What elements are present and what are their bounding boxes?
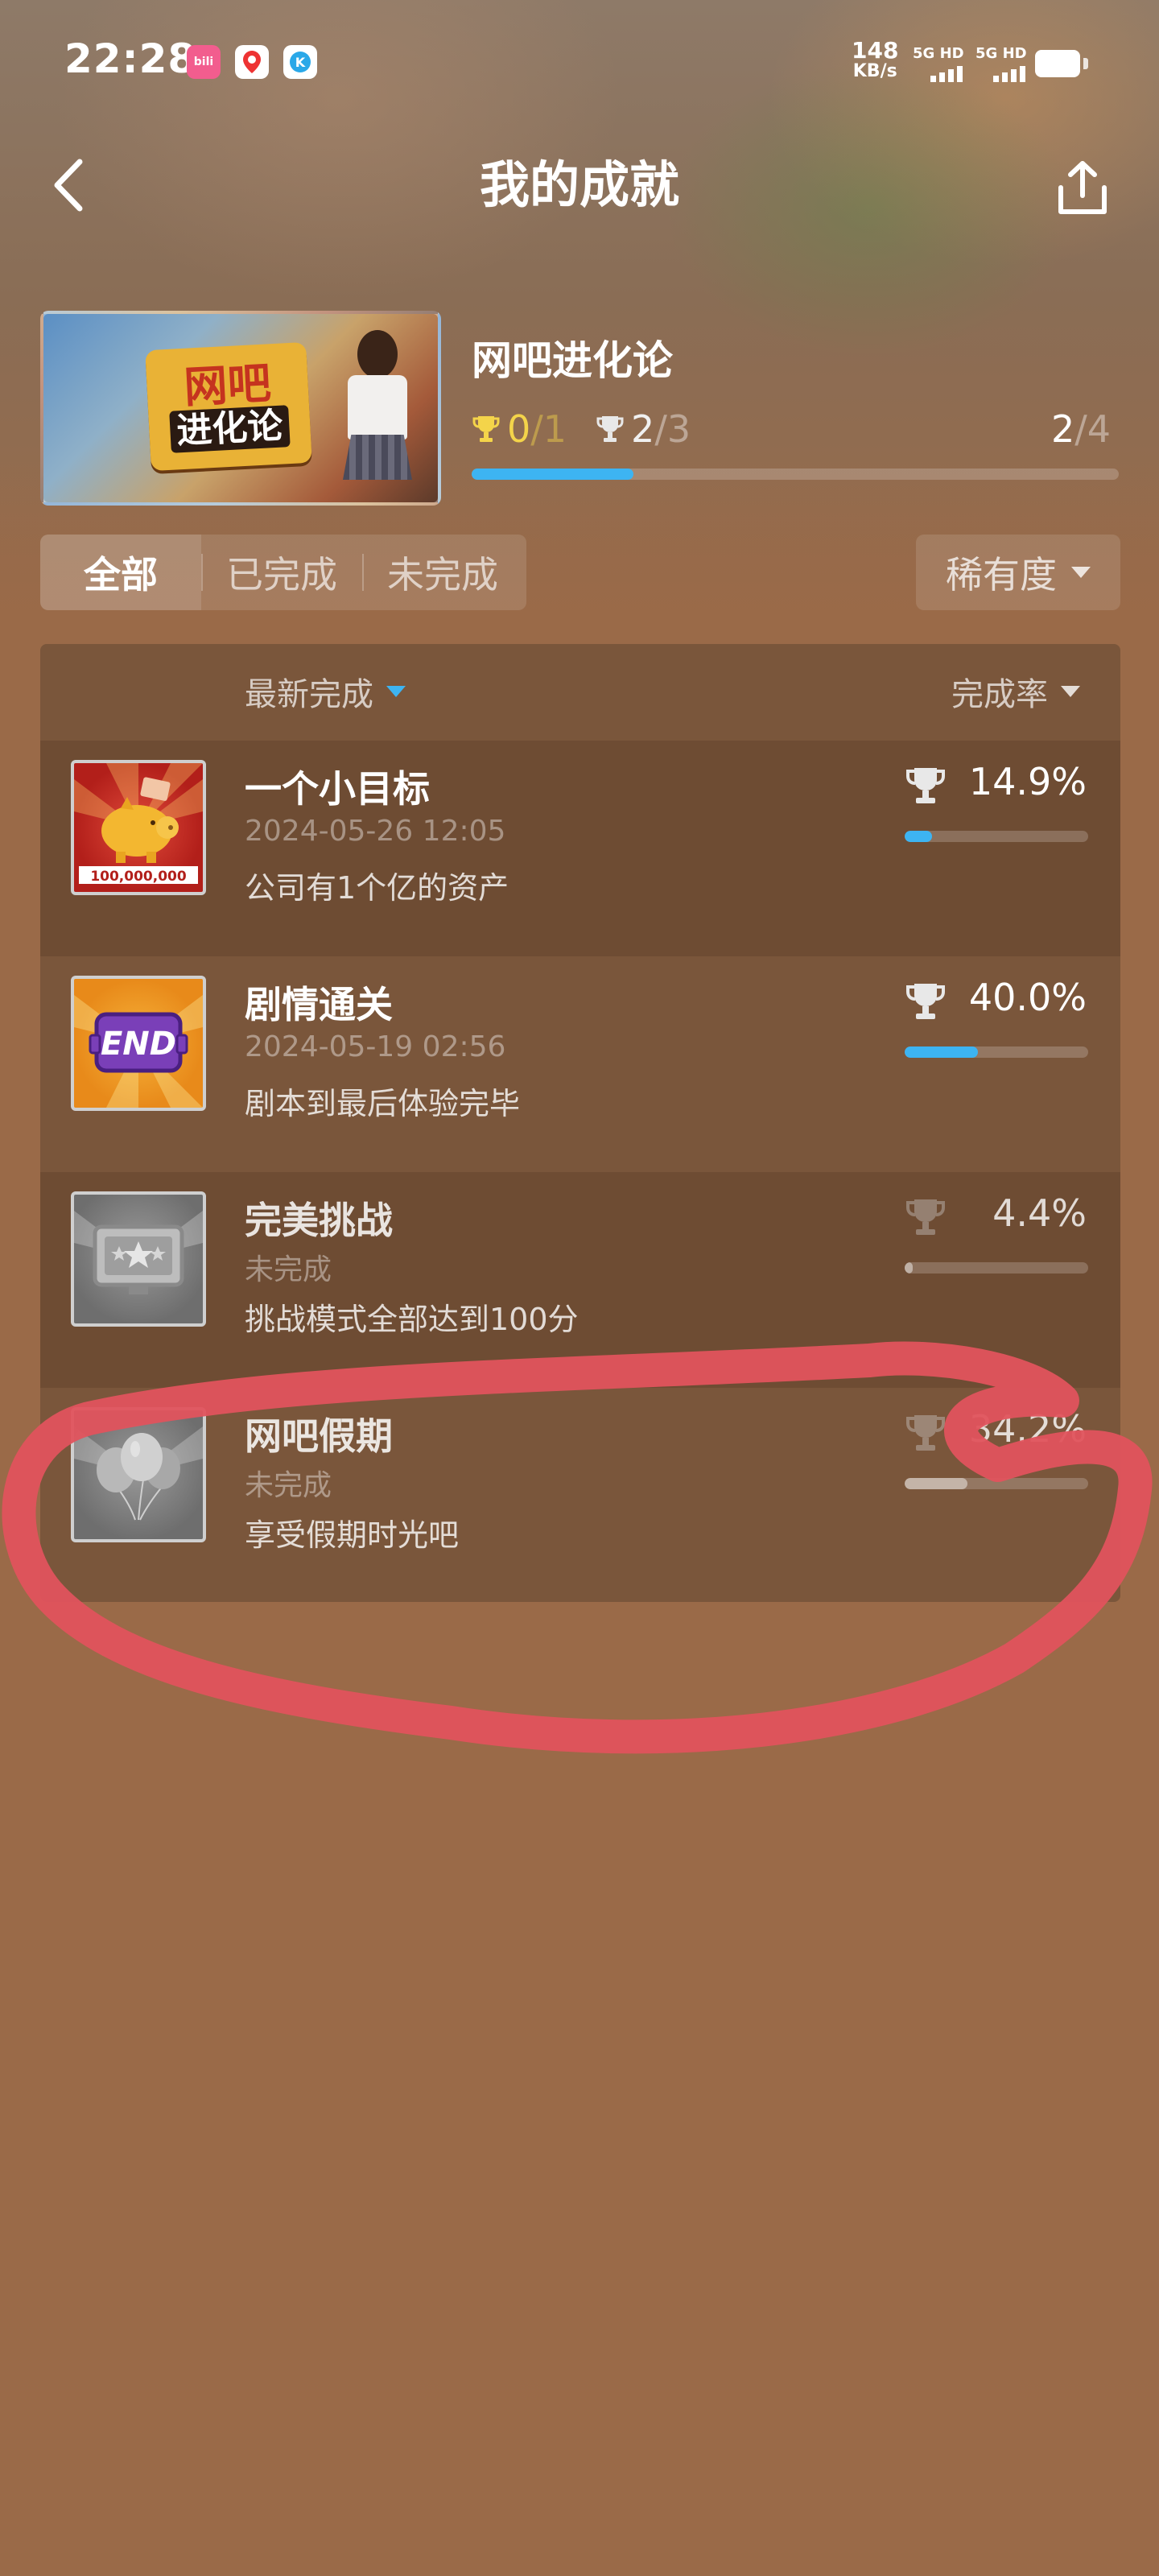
trophy-icon <box>906 1415 945 1451</box>
character-illustration <box>333 322 422 502</box>
achievement-row[interactable]: 100,000,000 一个小目标 2024-05-26 12:05 公司有1个… <box>40 741 1120 956</box>
sort-rate-button[interactable]: 完成率 <box>951 668 1080 715</box>
achievement-list: 最新完成 完成率 100,000,000 一个小目标 2024-05-26 12… <box>40 644 1120 1602</box>
icon-caption: END <box>100 1026 176 1063</box>
rarity-dropdown[interactable]: 稀有度 <box>916 535 1120 610</box>
game-name: 网吧进化论 <box>472 337 673 384</box>
achievement-date: 2024-05-26 12:05 <box>245 815 506 848</box>
achievement-title: 剧情通关 <box>245 983 393 1026</box>
clock: 22:28 <box>64 35 197 82</box>
achievement-description: 剧本到最后体验完毕 <box>245 1086 521 1121</box>
signal-sim1-icon: 5G HD <box>913 45 977 84</box>
signal-sim2-icon: 5G HD <box>975 45 1040 84</box>
trophy-icon <box>906 1199 945 1235</box>
achievement-date: 2024-05-19 02:56 <box>245 1030 506 1063</box>
caret-down-icon <box>386 686 406 697</box>
silver-earned: 2 <box>631 407 655 451</box>
gold-total: /1 <box>530 407 567 451</box>
gold-trophy-icon <box>472 416 500 442</box>
achievement-title: 一个小目标 <box>245 767 430 811</box>
trophy-icon <box>906 984 945 1019</box>
balloons-icon <box>71 1407 206 1542</box>
rate-bar-fill <box>905 831 932 842</box>
silver-total: /3 <box>654 407 691 451</box>
completion-rate: 14.9% <box>968 760 1087 803</box>
rate-bar-fill <box>905 1046 979 1058</box>
achievement-title: 完美挑战 <box>245 1199 393 1242</box>
piggy-bank-icon: 100,000,000 <box>71 760 206 895</box>
caret-down-icon <box>1071 567 1091 578</box>
achievement-description: 挑战模式全部达到100分 <box>245 1302 579 1337</box>
tab-completed[interactable]: 已完成 <box>201 535 362 610</box>
completion-rate: 4.4% <box>992 1191 1087 1235</box>
icon-caption: 100,000,000 <box>90 869 187 885</box>
rate-bar-fill <box>905 1478 967 1489</box>
list-header: 最新完成 完成率 <box>40 644 1120 741</box>
completion-count: 2/4 <box>1051 407 1112 451</box>
share-icon <box>1058 161 1107 214</box>
bilibili-icon: bili <box>187 45 221 79</box>
maps-icon <box>235 45 269 79</box>
trophy-icon <box>906 768 945 803</box>
tab-incomplete[interactable]: 未完成 <box>362 535 523 610</box>
completion-rate: 34.2% <box>968 1407 1087 1451</box>
silver-trophy-icon <box>596 416 624 442</box>
achievement-title: 网吧假期 <box>245 1414 393 1458</box>
caret-down-icon <box>1061 686 1080 697</box>
achievement-row[interactable]: 完美挑战 未完成 挑战模式全部达到100分 4.4% <box>40 1172 1120 1388</box>
rate-bar <box>905 1478 1088 1489</box>
trophy-summary: 0 /1 2 /3 <box>472 407 691 451</box>
battery-icon <box>1035 50 1088 77</box>
achievement-row[interactable]: END 剧情通关 2024-05-19 02:56 剧本到最后体验完毕 40.0… <box>40 956 1120 1172</box>
gold-earned: 0 <box>507 407 531 451</box>
end-badge-icon: END <box>71 976 206 1111</box>
k-app-icon: K <box>283 45 317 79</box>
game-thumbnail[interactable]: 网吧 进化论 <box>40 311 441 506</box>
svg-text:K: K <box>295 55 306 70</box>
filter-tabs: 全部 已完成 未完成 <box>40 535 526 610</box>
game-progress-fill <box>472 469 633 480</box>
achievement-status: 未完成 <box>245 1253 332 1286</box>
rate-bar <box>905 1262 1088 1274</box>
sort-latest-button[interactable]: 最新完成 <box>245 668 406 715</box>
rate-bar-fill <box>905 1262 914 1274</box>
achievement-description: 享受假期时光吧 <box>245 1517 460 1553</box>
status-bar: 22:28 bili K 148 KB/s 5G HD 5G HD <box>0 0 1159 121</box>
share-button[interactable] <box>1046 151 1119 224</box>
completion-rate: 40.0% <box>968 976 1087 1019</box>
game-progress-bar <box>472 469 1119 480</box>
monitor-stars-icon <box>71 1191 206 1327</box>
rarity-label: 稀有度 <box>946 553 1057 597</box>
achievement-row[interactable]: 网吧假期 未完成 享受假期时光吧 34.2% <box>40 1388 1120 1602</box>
chevron-left-icon <box>54 159 83 212</box>
network-speed: 148 KB/s <box>852 37 899 82</box>
achievement-description: 公司有1个亿的资产 <box>245 870 509 906</box>
rate-bar <box>905 1046 1088 1058</box>
game-logo: 网吧 进化论 <box>145 341 312 472</box>
back-button[interactable] <box>40 153 97 217</box>
achievement-status: 未完成 <box>245 1469 332 1502</box>
tab-all[interactable]: 全部 <box>40 535 201 610</box>
rate-bar <box>905 831 1088 842</box>
